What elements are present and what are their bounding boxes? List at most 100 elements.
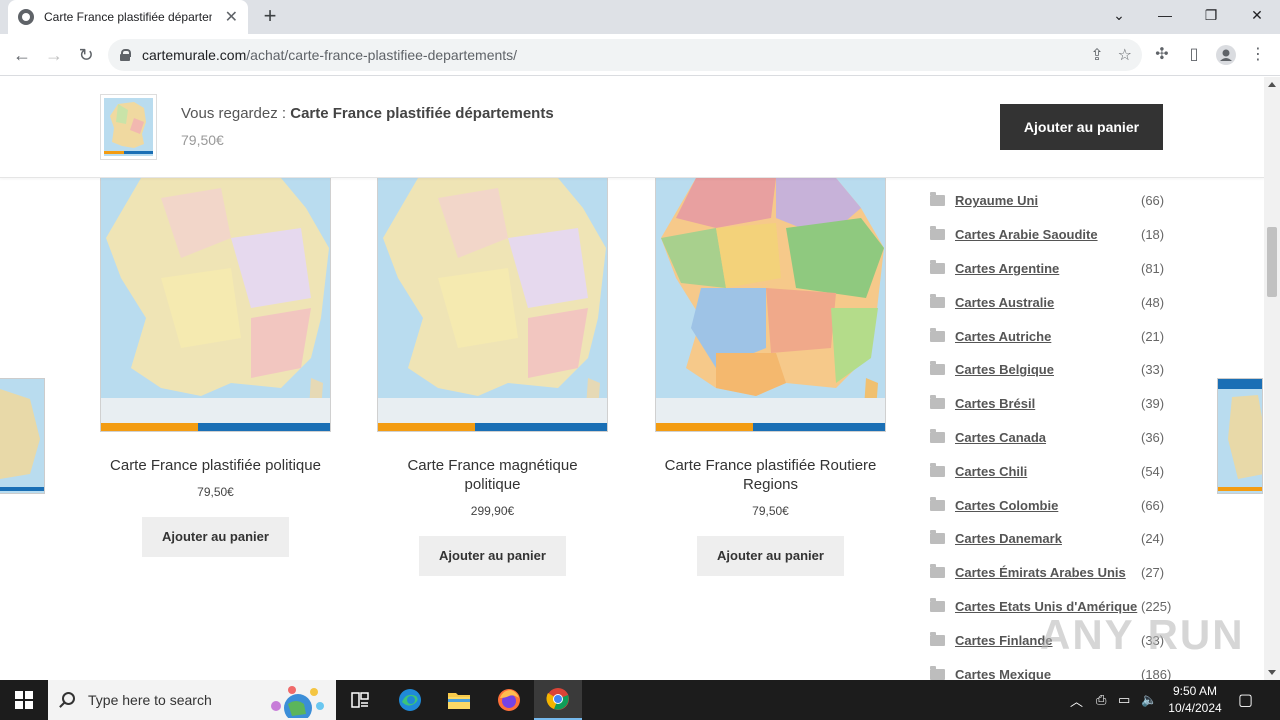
- product-image[interactable]: [655, 177, 886, 432]
- category-link[interactable]: Cartes Arabie Saoudite: [955, 227, 1098, 242]
- folder-icon: [930, 361, 945, 376]
- category-item: Cartes Chili (54): [930, 454, 1170, 488]
- add-to-cart-button[interactable]: Ajouter au panier: [419, 536, 566, 576]
- firefox-icon[interactable]: [485, 680, 533, 720]
- product-image[interactable]: [100, 177, 331, 432]
- start-button[interactable]: [0, 680, 48, 720]
- folder-icon: [930, 428, 945, 443]
- folder-icon: [930, 597, 945, 612]
- category-item: Cartes Autriche (21): [930, 319, 1170, 353]
- share-icon[interactable]: ⇪: [1090, 45, 1103, 65]
- windows-logo-icon: [15, 691, 33, 709]
- notifications-icon[interactable]: ▢: [1238, 680, 1253, 720]
- category-link[interactable]: Cartes Argentine: [955, 261, 1059, 276]
- side-panel-icon[interactable]: ▯: [1184, 45, 1204, 65]
- file-explorer-icon[interactable]: [435, 680, 483, 720]
- category-item: Cartes Colombie (66): [930, 488, 1170, 522]
- category-link[interactable]: Cartes Danemark: [955, 531, 1062, 546]
- menu-kebab-icon[interactable]: ⋮: [1248, 45, 1268, 65]
- reload-button[interactable]: ↻: [72, 41, 100, 69]
- edge-browser-icon[interactable]: [386, 680, 434, 720]
- close-tab-icon[interactable]: ✕: [225, 7, 238, 27]
- product-name[interactable]: Carte France magnétique politique: [377, 456, 608, 494]
- folder-icon: [930, 192, 945, 207]
- url-text: cartemurale.com/achat/carte-france-plast…: [142, 47, 518, 63]
- folder-icon: [930, 496, 945, 511]
- category-link[interactable]: Cartes Brésil: [955, 396, 1035, 411]
- category-item: Royaume Uni (66): [930, 184, 1170, 218]
- chrome-icon[interactable]: [534, 680, 582, 720]
- browser-toolbar: ← → ↻ cartemurale.com/achat/carte-france…: [0, 34, 1280, 76]
- tab-search-button[interactable]: ⌄: [1096, 0, 1142, 30]
- category-item: Cartes Argentine (81): [930, 252, 1170, 286]
- folder-icon: [930, 226, 945, 241]
- category-link[interactable]: Cartes Belgique: [955, 362, 1054, 377]
- network-icon[interactable]: ▭: [1118, 680, 1130, 720]
- category-count: (27): [1141, 565, 1165, 581]
- category-count: (36): [1141, 429, 1165, 445]
- scroll-up-arrow-icon[interactable]: [1268, 82, 1276, 87]
- product-price: 79,50€: [197, 485, 234, 499]
- category-link[interactable]: Cartes Finlande: [955, 633, 1053, 648]
- scroll-down-arrow-icon[interactable]: [1268, 670, 1276, 675]
- add-to-cart-button[interactable]: Ajouter au panier: [142, 517, 289, 557]
- browser-tab[interactable]: Carte France plastifiée départem ✕: [8, 0, 248, 34]
- category-link[interactable]: Cartes Australie: [955, 295, 1054, 310]
- network-device-icon[interactable]: ⎙: [1096, 680, 1106, 720]
- category-item: Cartes Arabie Saoudite (18): [930, 218, 1170, 252]
- category-count: (21): [1141, 328, 1165, 344]
- forward-button[interactable]: →: [40, 41, 68, 69]
- volume-icon[interactable]: 🔈: [1141, 680, 1157, 720]
- category-link[interactable]: Cartes Autriche: [955, 329, 1051, 344]
- category-item: Cartes Émirats Arabes Unis (27): [930, 556, 1170, 590]
- product-price: 299,90€: [470, 504, 515, 518]
- folder-icon: [930, 462, 945, 477]
- product-name[interactable]: Carte France plastifiée Routiere Regions: [655, 456, 886, 494]
- category-count: (66): [1141, 193, 1165, 209]
- category-item: Cartes Canada (36): [930, 421, 1170, 455]
- category-link[interactable]: Cartes Colombie: [955, 498, 1058, 513]
- category-count: (48): [1141, 294, 1165, 310]
- category-link[interactable]: Cartes Émirats Arabes Unis: [955, 565, 1126, 580]
- page-scrollbar[interactable]: [1264, 77, 1280, 680]
- restore-button[interactable]: ❐: [1188, 0, 1234, 30]
- address-bar[interactable]: cartemurale.com/achat/carte-france-plast…: [108, 39, 1142, 71]
- category-link[interactable]: Cartes Chili: [955, 464, 1027, 479]
- category-link[interactable]: Cartes Canada: [955, 430, 1046, 445]
- bookmark-star-icon[interactable]: ☆: [1118, 45, 1132, 65]
- scrollbar-thumb[interactable]: [1267, 227, 1277, 297]
- globe-icon: [18, 9, 34, 25]
- back-button[interactable]: ←: [8, 41, 36, 69]
- category-link[interactable]: Cartes Mexique: [955, 667, 1051, 680]
- clock-date: 10/4/2024: [1168, 701, 1222, 715]
- page-viewport: Vous regardez : Carte France plastifiée …: [0, 77, 1264, 680]
- category-count: (66): [1141, 497, 1165, 513]
- folder-icon: [930, 327, 945, 342]
- task-view-icon[interactable]: [336, 680, 384, 720]
- carousel-next-thumbnail[interactable]: [1217, 378, 1263, 494]
- close-window-button[interactable]: ✕: [1234, 0, 1280, 30]
- watermark-logo: ANY RUN: [1040, 611, 1245, 658]
- product-image[interactable]: [377, 177, 608, 432]
- profile-avatar-icon[interactable]: [1216, 45, 1236, 65]
- minimize-button[interactable]: —: [1142, 0, 1188, 30]
- category-link[interactable]: Royaume Uni: [955, 193, 1038, 208]
- new-tab-button[interactable]: +: [258, 4, 282, 28]
- show-hidden-icons-icon[interactable]: ︿: [1070, 680, 1083, 720]
- category-count: (33): [1141, 362, 1165, 378]
- sticky-product-label: Vous regardez : Carte France plastifiée …: [181, 105, 554, 122]
- add-to-cart-button[interactable]: Ajouter au panier: [697, 536, 844, 576]
- browser-tab-bar: Carte France plastifiée départem ✕ + ⌄ —…: [0, 0, 1280, 34]
- folder-icon: [930, 259, 945, 274]
- sticky-add-to-cart-button[interactable]: Ajouter au panier: [1000, 104, 1163, 150]
- category-item: Cartes Brésil (39): [930, 387, 1170, 421]
- extensions-icon[interactable]: ✣: [1152, 45, 1172, 65]
- carousel-prev-thumbnail[interactable]: [0, 378, 45, 494]
- product-card: Carte France plastifiée politique 79,50€…: [100, 177, 331, 557]
- product-name[interactable]: Carte France plastifiée politique: [100, 456, 331, 475]
- product-card: Carte France plastifiée Routiere Regions…: [655, 177, 886, 576]
- system-clock[interactable]: 9:50 AM 10/4/2024: [1160, 683, 1230, 717]
- tab-title: Carte France plastifiée départem: [44, 10, 212, 24]
- product-price: 79,50€: [752, 504, 789, 518]
- taskbar-search-box[interactable]: Type here to search: [48, 680, 336, 720]
